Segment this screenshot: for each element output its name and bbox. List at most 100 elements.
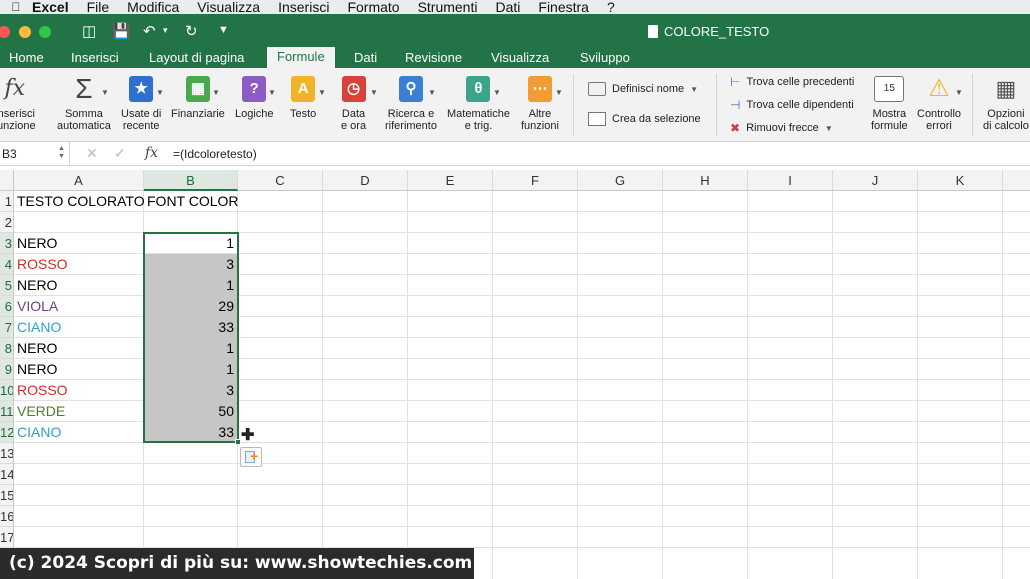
name-box[interactable]: B3 ▲ ▼ [0, 142, 70, 166]
chevron-down-icon[interactable]: ▼ [370, 88, 378, 97]
error-checking-button[interactable]: ⚠ Controllo errori [917, 76, 961, 133]
recent-functions-button[interactable]: ★ Usate di recente [121, 76, 161, 132]
autosum-button[interactable]: Σ Somma automatica [57, 75, 111, 133]
chevron-down-icon[interactable]: ▼ [268, 88, 276, 97]
cell-a4[interactable]: ROSSO [17, 254, 68, 275]
menu-visualizza[interactable]: Visualizza [197, 0, 260, 15]
worksheet-grid[interactable]: A B C D E F G H I J K 1 2 3 4 5 6 7 8 9 … [0, 170, 1030, 579]
cell-a1[interactable]: TESTO COLORATO [17, 191, 145, 212]
tab-inserisci[interactable]: Inserisci [71, 48, 119, 68]
define-name-button[interactable]: Definisci nome ▼ [588, 82, 698, 96]
save-icon[interactable]: 💾 [112, 22, 131, 40]
column-header-j[interactable]: J [833, 170, 918, 191]
row-header-7[interactable]: 7 [0, 317, 14, 338]
auto-fill-options-button[interactable]: + [240, 447, 262, 467]
show-formulas-button[interactable]: 15 Mostra formule [871, 76, 908, 132]
row-header-9[interactable]: 9 [0, 359, 14, 380]
row-header-4[interactable]: 4 [0, 254, 14, 275]
menu-file[interactable]: File [87, 0, 110, 15]
select-all-corner[interactable] [0, 170, 14, 191]
tab-layout-di-pagina[interactable]: Layout di pagina [149, 48, 244, 68]
chevron-down-icon[interactable]: ▼ [101, 88, 109, 97]
chevron-down-icon[interactable]: ▼ [493, 88, 501, 97]
column-header-f[interactable]: F [493, 170, 578, 191]
insert-function-button[interactable]: fx Inserisci funzione [0, 76, 36, 133]
row-header-13[interactable]: 13 [0, 443, 14, 464]
cell-a10[interactable]: ROSSO [17, 380, 68, 401]
cell-a8[interactable]: NERO [17, 338, 57, 359]
tab-revisione[interactable]: Revisione [405, 48, 462, 68]
chevron-down-icon[interactable]: ▼ [555, 88, 563, 97]
column-header-e[interactable]: E [408, 170, 493, 191]
menu-formato[interactable]: Formato [347, 0, 399, 15]
row-header-8[interactable]: 8 [0, 338, 14, 359]
redo-icon[interactable]: ↻ [185, 22, 198, 40]
chevron-down-icon[interactable]: ▼ [955, 88, 963, 97]
row-header-16[interactable]: 16 [0, 506, 14, 527]
cell-a11[interactable]: VERDE [17, 401, 65, 422]
menu-modifica[interactable]: Modifica [127, 0, 179, 15]
row-header-14[interactable]: 14 [0, 464, 14, 485]
customize-toolbar-icon[interactable]: ▼ [218, 24, 229, 36]
row-header-5[interactable]: 5 [0, 275, 14, 296]
tab-home[interactable]: Home [9, 48, 44, 68]
cell-a5[interactable]: NERO [17, 275, 57, 296]
text-functions-button[interactable]: A Testo [290, 76, 316, 120]
cell-a9[interactable]: NERO [17, 359, 57, 380]
logical-functions-button[interactable]: ? Logiche [235, 76, 274, 120]
apple-icon[interactable]:  [0, 0, 32, 14]
menu-inserisci[interactable]: Inserisci [278, 0, 329, 15]
row-header-11[interactable]: 11 [0, 401, 14, 422]
menu-finestra[interactable]: Finestra [538, 0, 589, 15]
chevron-down-icon[interactable]: ▼ [156, 88, 164, 97]
column-header-d[interactable]: D [323, 170, 408, 191]
math-functions-button[interactable]: θ Matematiche e trig. [447, 76, 510, 132]
cancel-icon[interactable]: ✕ [86, 145, 98, 162]
check-icon[interactable]: ✓ [114, 145, 126, 162]
close-window-button[interactable] [0, 26, 10, 38]
menu-strumenti[interactable]: Strumenti [418, 0, 478, 15]
cell-a3[interactable]: NERO [17, 233, 57, 254]
cell-b1[interactable]: FONT COLOR [147, 191, 239, 212]
trace-dependents-button[interactable]: ⊣ Trova celle dipendenti [730, 98, 854, 112]
row-header-2[interactable]: 2 [0, 212, 14, 233]
sidebar-toggle-icon[interactable]: ◫ [82, 22, 96, 40]
lookup-functions-button[interactable]: ⚲ Ricerca e riferimento [385, 76, 437, 132]
create-from-selection-button[interactable]: Crea da selezione [588, 112, 701, 126]
undo-icon[interactable]: ↶ [143, 22, 156, 40]
tab-dati[interactable]: Dati [354, 48, 377, 68]
row-header-6[interactable]: 6 [0, 296, 14, 317]
row-header-3[interactable]: 3 [0, 233, 14, 254]
name-box-stepper-icon[interactable]: ▲ ▼ [58, 145, 65, 161]
menu-app-excel[interactable]: Excel [32, 0, 69, 15]
menu-dati[interactable]: Dati [495, 0, 520, 15]
cell-a6[interactable]: VIOLA [17, 296, 58, 317]
tab-visualizza[interactable]: Visualizza [491, 48, 549, 68]
cell-a12[interactable]: CIANO [17, 422, 61, 443]
column-header-b[interactable]: B [144, 170, 238, 191]
formula-input[interactable]: =(Idcoloretesto) [173, 142, 257, 166]
column-header-h[interactable]: H [663, 170, 748, 191]
row-header-1[interactable]: 1 [0, 191, 14, 212]
column-header-c[interactable]: C [238, 170, 323, 191]
trace-precedents-button[interactable]: ⊢ Trova celle precedenti [730, 75, 854, 89]
undo-dropdown-icon[interactable]: ▾ [163, 25, 168, 36]
remove-arrows-button[interactable]: ✖ Rimuovi frecce ▼ [730, 121, 833, 135]
date-time-functions-button[interactable]: ◷ Data e ora [341, 76, 366, 132]
column-header-g[interactable]: G [578, 170, 663, 191]
menu-help[interactable]: ? [607, 0, 615, 15]
fx-icon[interactable]: fx [145, 145, 158, 161]
cell-a7[interactable]: CIANO [17, 317, 61, 338]
column-header-k[interactable]: K [918, 170, 1003, 191]
chevron-down-icon[interactable]: ▼ [318, 88, 326, 97]
column-header-i[interactable]: I [748, 170, 833, 191]
row-header-17[interactable]: 17 [0, 527, 14, 548]
tab-formule[interactable]: Formule [267, 47, 335, 68]
more-functions-button[interactable]: ⋯ Altre funzioni [521, 76, 559, 132]
column-header-l[interactable] [1003, 170, 1030, 191]
chevron-down-icon[interactable]: ▼ [428, 88, 436, 97]
row-header-15[interactable]: 15 [0, 485, 14, 506]
row-header-10[interactable]: 10 [0, 380, 14, 401]
minimize-window-button[interactable] [19, 26, 31, 38]
tab-sviluppo[interactable]: Sviluppo [580, 48, 630, 68]
